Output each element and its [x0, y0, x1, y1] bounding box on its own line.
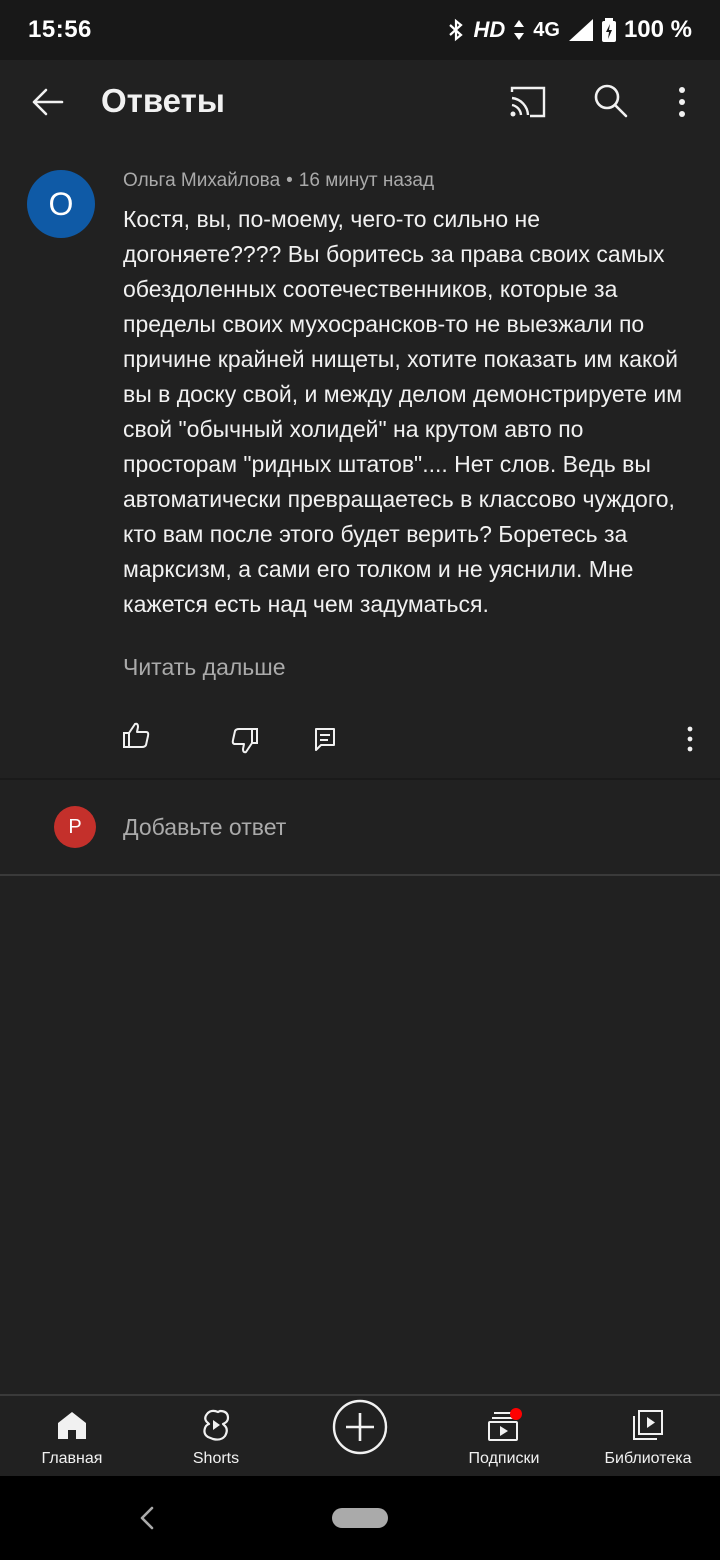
nav-library-label: Библиотека [604, 1450, 692, 1467]
status-time: 15:56 [28, 16, 92, 43]
more-vert-icon[interactable] [670, 82, 694, 122]
status-icons: HD 4G 100 % [447, 16, 692, 44]
comment-text: Костя, вы, по-моему, чего-то сильно не д… [123, 206, 683, 617]
user-avatar: Р [54, 806, 96, 848]
reply-input[interactable] [123, 810, 683, 844]
nav-home-label: Главная [41, 1450, 103, 1467]
nav-create[interactable] [318, 1396, 402, 1478]
network-type: 4G [533, 18, 560, 41]
nav-subscriptions-label: Подписки [468, 1450, 540, 1467]
comment-card: О Ольга Михайлова • 16 минут назад Костя, … [0, 142, 720, 778]
meta-separator: • [286, 170, 293, 191]
system-home-pill[interactable] [332, 1508, 388, 1528]
bottom-nav: Главная Shorts Подписки Библиотека [0, 1394, 720, 1476]
library-icon [633, 1410, 663, 1440]
create-icon [332, 1399, 388, 1455]
thumbs-down-icon[interactable] [230, 726, 260, 756]
status-bar: 15:56 HD 4G 100 % [0, 0, 720, 60]
reply-comment-icon[interactable] [313, 726, 337, 754]
subscriptions-icon [488, 1408, 522, 1441]
shorts-icon [203, 1409, 230, 1441]
nav-shorts-label: Shorts [192, 1450, 240, 1467]
system-nav-bar [0, 1476, 720, 1560]
comment-meta: Ольга Михайлова • 16 минут назад [123, 170, 434, 192]
nav-subscriptions[interactable]: Подписки [450, 1396, 558, 1478]
battery-icon [601, 18, 616, 42]
comment-avatar[interactable]: О [27, 170, 95, 238]
comment-author[interactable]: Ольга Михайлова [123, 170, 280, 191]
cast-icon[interactable] [508, 84, 548, 120]
add-reply-bar: Р [0, 778, 720, 876]
read-more-link[interactable]: Читать дальше [123, 654, 286, 681]
comment-more-icon[interactable] [682, 724, 698, 754]
home-icon [58, 1412, 86, 1439]
replies-screen: 15:56 HD 4G 100 % Ответы О Ольга Михайло… [0, 0, 720, 1560]
comment-time: 16 минут назад [298, 170, 435, 191]
notification-dot [510, 1408, 522, 1420]
battery-level: 100 % [623, 16, 692, 43]
app-bar: Ответы [0, 60, 720, 142]
nav-library[interactable]: Библиотека [592, 1396, 704, 1478]
system-back-icon[interactable] [136, 1502, 158, 1534]
thumbs-up-icon[interactable] [121, 720, 151, 750]
back-arrow-icon[interactable] [28, 82, 68, 122]
hd-indicator: HD [473, 17, 506, 42]
signal-icon [568, 19, 593, 41]
page-title: Ответы [101, 82, 225, 119]
nav-shorts[interactable]: Shorts [166, 1396, 266, 1478]
data-arrows-icon [514, 20, 525, 40]
search-icon[interactable] [592, 82, 628, 118]
bluetooth-icon [449, 18, 464, 42]
nav-home[interactable]: Главная [22, 1396, 122, 1478]
